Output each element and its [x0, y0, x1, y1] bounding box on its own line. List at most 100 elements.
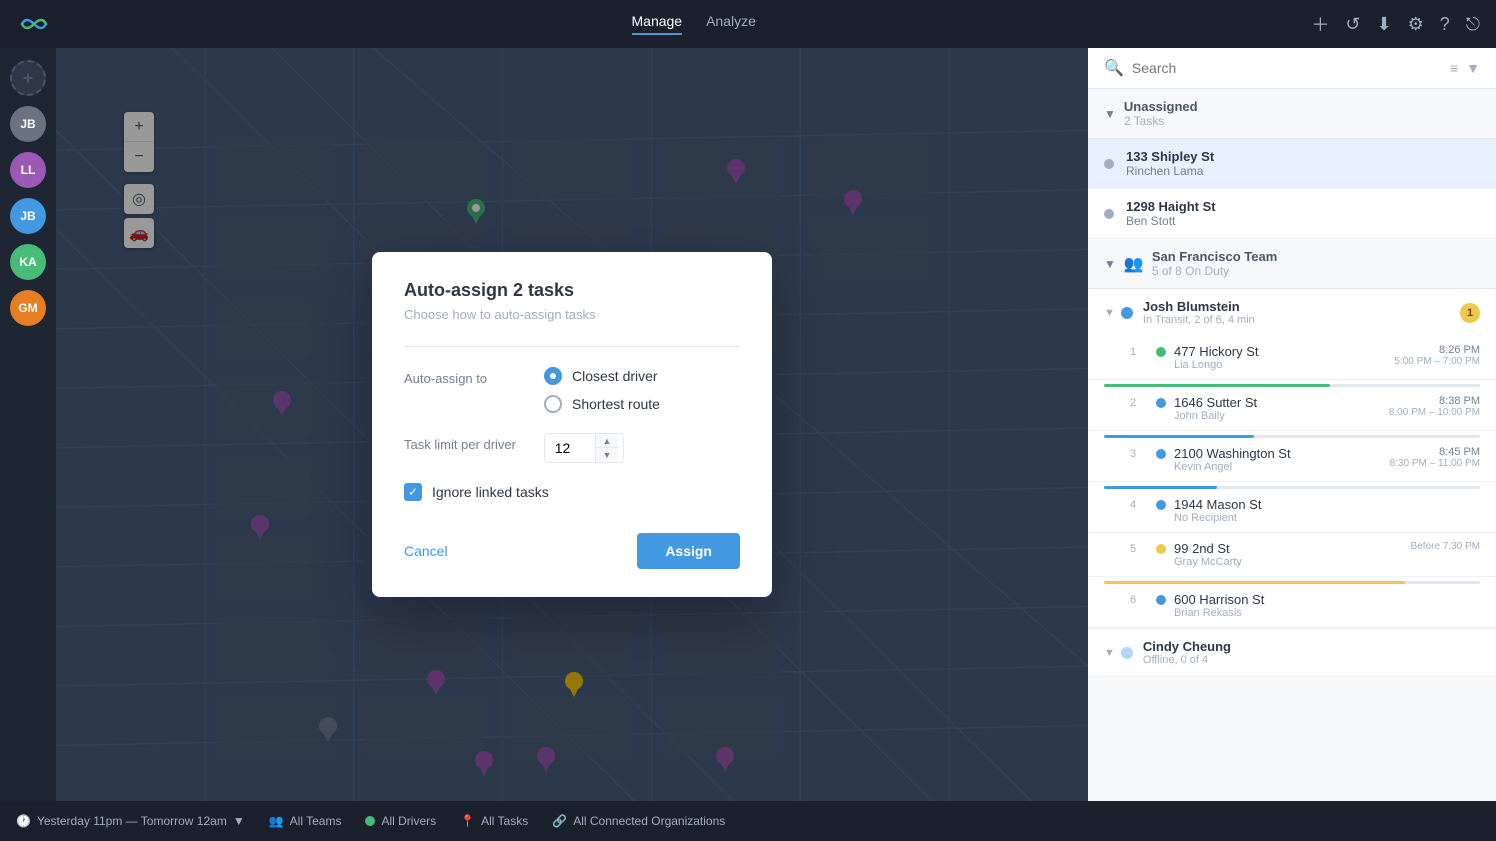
driver-josh-status: In Transit, 2 of 6, 4 min [1143, 314, 1460, 326]
driver-josh-name: Josh Blumstein [1143, 299, 1460, 314]
download-icon[interactable]: ⬇ [1377, 14, 1392, 35]
all-orgs-item[interactable]: 🔗 All Connected Organizations [552, 814, 725, 828]
driver-cindy: ▼ Cindy Cheung Offline, 0 of 4 [1088, 629, 1496, 677]
route-num-2: 2 [1130, 397, 1148, 409]
unassigned-section-header[interactable]: ▼ Unassigned 2 Tasks [1088, 89, 1496, 139]
all-teams-label: All Teams [290, 814, 342, 828]
sidebar-actions: ≡ ▼ [1450, 60, 1480, 76]
task-limit-input-wrapper: ▲ ▼ [544, 433, 624, 463]
all-orgs-label: All Connected Organizations [573, 814, 725, 828]
route-time-3: 8:45 PM 8:30 PM – 11:00 PM [1390, 446, 1480, 469]
search-input[interactable] [1132, 60, 1442, 76]
task-name-2: Ben Stott [1126, 214, 1216, 228]
all-teams-item[interactable]: 👥 All Teams [269, 814, 342, 828]
search-icon: 🔍 [1104, 58, 1124, 78]
team-title: San Francisco Team [1152, 249, 1480, 264]
cancel-button[interactable]: Cancel [404, 543, 448, 559]
assign-button[interactable]: Assign [637, 533, 740, 569]
sidebar-content: ▼ Unassigned 2 Tasks 133 Shipley St Rinc… [1088, 89, 1496, 801]
task-dot-1 [1104, 159, 1114, 169]
unassigned-chevron: ▼ [1104, 107, 1116, 121]
driver-cindy-name: Cindy Cheung [1143, 639, 1480, 654]
route-item-1[interactable]: 1 477 Hickory St Lia Longo 8:26 PM 5:00 … [1088, 336, 1496, 380]
decrement-button[interactable]: ▼ [596, 448, 618, 462]
all-drivers-item[interactable]: All Drivers [365, 814, 436, 828]
unassigned-info: Unassigned 2 Tasks [1124, 99, 1480, 128]
all-tasks-item[interactable]: 📍 All Tasks [460, 814, 528, 828]
time-range-label: Yesterday 11pm — Tomorrow 12am [37, 814, 227, 828]
radio-closest-circle[interactable] [544, 367, 562, 385]
time-range-item[interactable]: 🕐 Yesterday 11pm — Tomorrow 12am ▼ [16, 814, 245, 828]
tab-analyze[interactable]: Analyze [706, 13, 756, 35]
top-nav-actions: ＋ ↺ ⬇ ⚙ ? ⎋ [1311, 11, 1480, 37]
team-section-header[interactable]: ▼ 👥 San Francisco Team 5 of 8 On Duty [1088, 239, 1496, 289]
route-item-5[interactable]: 5 99 2nd St Gray McCarty Before 7:30 PM [1088, 533, 1496, 577]
avatar-1[interactable]: JB [10, 106, 46, 142]
driver-cindy-header[interactable]: ▼ Cindy Cheung Offline, 0 of 4 [1088, 629, 1496, 676]
route-address-4: 1944 Mason St [1174, 497, 1480, 512]
increment-button[interactable]: ▲ [596, 434, 618, 448]
route-num-5: 5 [1130, 543, 1148, 555]
modal-actions: Cancel Assign [404, 525, 740, 569]
refresh-icon[interactable]: ↺ [1345, 14, 1360, 35]
ignore-linked-row: ✓ Ignore linked tasks [404, 483, 740, 501]
route-num-4: 4 [1130, 499, 1148, 511]
route-item-6[interactable]: 6 600 Harrison St Brian Rekasis [1088, 584, 1496, 628]
driver-josh-header[interactable]: ▼ Josh Blumstein In Transit, 2 of 6, 4 m… [1088, 289, 1496, 336]
auto-assign-field: Auto-assign to Closest driver Shortest r… [404, 367, 740, 413]
route-recipient-3: Kevin Angel [1174, 461, 1390, 473]
driver-josh-chevron: ▼ [1104, 307, 1115, 319]
sidebar-search: 🔍 ≡ ▼ [1088, 48, 1496, 89]
teams-icon: 👥 [269, 814, 284, 828]
avatar-2[interactable]: LL [10, 152, 46, 188]
driver-josh-task-count: 1 [1460, 303, 1480, 323]
radio-shortest-circle[interactable] [544, 395, 562, 413]
task-item-1[interactable]: 133 Shipley St Rinchen Lama [1088, 139, 1496, 189]
task-name-1: Rinchen Lama [1126, 164, 1214, 178]
task-dot-2 [1104, 209, 1114, 219]
all-drivers-label: All Drivers [381, 814, 436, 828]
sort-button[interactable]: ▼ [1466, 60, 1480, 76]
route-dot-5 [1156, 544, 1166, 554]
route-info-5: 99 2nd St Gray McCarty [1174, 541, 1411, 568]
app-logo[interactable] [16, 6, 52, 42]
driver-cindy-chevron: ▼ [1104, 647, 1115, 659]
avatar-3[interactable]: JB [10, 198, 46, 234]
route-recipient-6: Brian Rekasis [1174, 607, 1480, 619]
task-item-2[interactable]: 1298 Haight St Ben Stott [1088, 189, 1496, 239]
route-item-2[interactable]: 2 1646 Sutter St John Baily 8:38 PM 8:00… [1088, 387, 1496, 431]
driver-cindy-info: Cindy Cheung Offline, 0 of 4 [1143, 639, 1480, 666]
list-view-button[interactable]: ≡ [1450, 60, 1458, 76]
settings-icon[interactable]: ⚙ [1408, 14, 1424, 35]
route-info-6: 600 Harrison St Brian Rekasis [1174, 592, 1480, 619]
tab-manage[interactable]: Manage [632, 13, 683, 35]
avatar-5[interactable]: GM [10, 290, 46, 326]
team-subtitle: 5 of 8 On Duty [1152, 264, 1480, 278]
route-dot-3 [1156, 449, 1166, 459]
clock-icon: 🕐 [16, 814, 31, 828]
route-address-6: 600 Harrison St [1174, 592, 1480, 607]
all-tasks-label: All Tasks [481, 814, 528, 828]
add-driver-button[interactable]: + [10, 60, 46, 96]
route-address-2: 1646 Sutter St [1174, 395, 1389, 410]
modal-overlay[interactable]: Auto-assign 2 tasks Choose how to auto-a… [56, 48, 1088, 801]
task-limit-input[interactable] [545, 434, 595, 462]
route-item-3[interactable]: 3 2100 Washington St Kevin Angel 8:45 PM… [1088, 438, 1496, 482]
radio-closest[interactable]: Closest driver [544, 367, 740, 385]
route-info-1: 477 Hickory St Lia Longo [1174, 344, 1394, 371]
radio-shortest[interactable]: Shortest route [544, 395, 740, 413]
unassigned-title: Unassigned [1124, 99, 1480, 114]
task-info-1: 133 Shipley St Rinchen Lama [1126, 149, 1214, 178]
logout-icon[interactable]: ⎋ [1466, 14, 1480, 35]
route-item-4[interactable]: 4 1944 Mason St No Recipient [1088, 489, 1496, 533]
radio-closest-label: Closest driver [572, 368, 658, 384]
add-icon[interactable]: ＋ [1311, 11, 1329, 37]
help-icon[interactable]: ? [1440, 14, 1450, 35]
ignore-linked-checkbox[interactable]: ✓ [404, 483, 422, 501]
ignore-linked-label: Ignore linked tasks [432, 484, 549, 500]
task-limit-field: Task limit per driver ▲ ▼ [404, 433, 740, 463]
avatar-4[interactable]: KA [10, 244, 46, 280]
task-address-1: 133 Shipley St [1126, 149, 1214, 164]
map-area[interactable]: + − ◎ 🚗 [56, 48, 1088, 801]
route-dot-1 [1156, 347, 1166, 357]
